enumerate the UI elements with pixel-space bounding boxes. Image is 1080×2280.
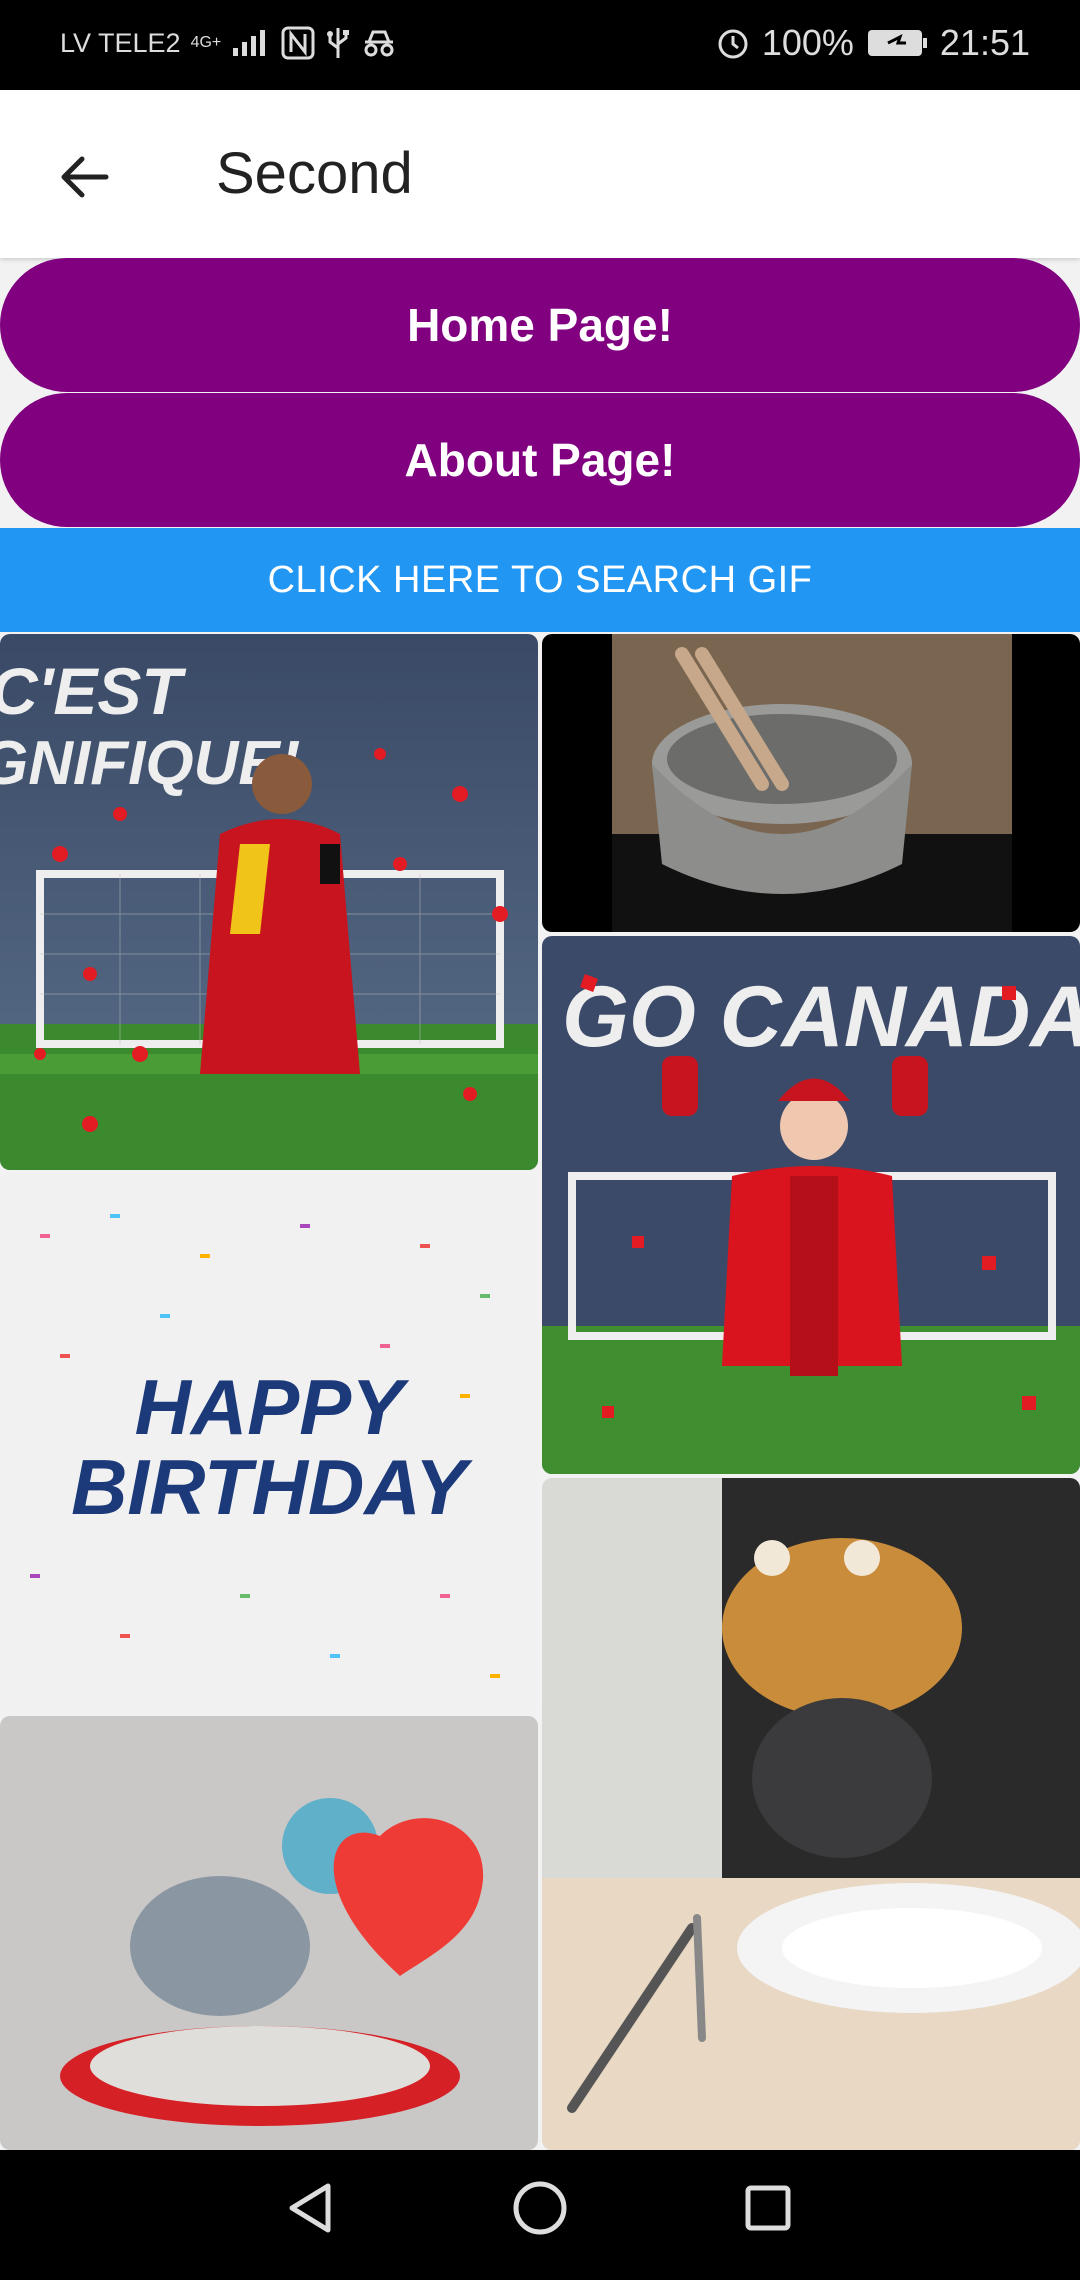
- battery-percent: 100%: [761, 22, 854, 63]
- gif-happy-birthday[interactable]: HAPPY BIRTHDAY: [0, 1174, 538, 1712]
- search-gif-button[interactable]: CLICK HERE TO SEARCH GIF: [0, 528, 1080, 632]
- battery-charging-icon: [867, 30, 927, 56]
- gif-belgium-fan[interactable]: C'EST GNIFIQUE!: [0, 634, 538, 1170]
- dog-gif-image: [542, 1478, 1080, 2150]
- status-right: 100% 21:51: [716, 22, 1030, 64]
- svg-text:GO CANADA!: GO CANADA!: [562, 969, 1080, 1065]
- birthday-line1: HAPPY: [135, 1363, 410, 1451]
- recents-square-icon[interactable]: [738, 2178, 798, 2238]
- status-left: LV TELE2 4G+: [60, 26, 397, 60]
- network-label: 4G+: [190, 34, 222, 51]
- system-nav-bar: [0, 2150, 1080, 2280]
- home-circle-icon[interactable]: [510, 2178, 570, 2238]
- parrot-gif-image: [0, 1716, 538, 2150]
- about-page-button[interactable]: About Page!: [0, 393, 1080, 527]
- gif-parrot-heart[interactable]: [0, 1716, 538, 2150]
- gif-turkey-hat-dog[interactable]: [542, 1478, 1080, 2150]
- nfc-icon: [281, 26, 315, 60]
- cooking-gif-image: [542, 634, 1080, 932]
- svg-text:C'EST: C'EST: [0, 654, 186, 728]
- incognito-icon: [364, 30, 394, 57]
- gif-go-canada[interactable]: GO CANADA!: [542, 936, 1080, 1474]
- birthday-line2: BIRTHDAY: [71, 1443, 473, 1531]
- canada-gif-image: GO CANADA!: [542, 936, 1080, 1474]
- carrier-label: LV TELE2: [60, 27, 181, 58]
- arrow-back-icon[interactable]: [52, 145, 116, 209]
- usb-icon: [327, 28, 350, 58]
- home-page-button[interactable]: Home Page!: [0, 258, 1080, 392]
- clock: 21:51: [939, 22, 1030, 63]
- birthday-gif-image: HAPPY BIRTHDAY: [0, 1174, 538, 1712]
- belgium-gif-image: C'EST GNIFIQUE!: [0, 634, 538, 1170]
- signal-icon: [233, 30, 266, 56]
- gif-cooking-pot[interactable]: [542, 634, 1080, 932]
- status-bar: LV TELE2 4G+ 100% 21:51: [0, 0, 1080, 90]
- alarm-icon: [718, 29, 748, 59]
- page-title: Second: [216, 141, 413, 206]
- app-bar: Second: [0, 90, 1080, 258]
- back-triangle-icon[interactable]: [282, 2178, 342, 2238]
